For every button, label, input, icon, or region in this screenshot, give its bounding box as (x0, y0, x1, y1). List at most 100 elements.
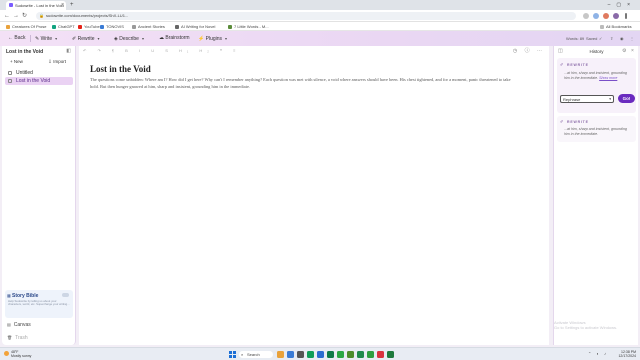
card-type-label: REWRITE (567, 63, 589, 67)
document-title[interactable]: Lost in the Void (90, 64, 151, 74)
watermark-subtitle: Go to Settings to activate Windows. (554, 325, 618, 330)
collapse-sidebar-icon[interactable]: ◧ (66, 48, 71, 54)
system-tray-icons[interactable]: ⌃ ◐ ♪ (588, 351, 608, 356)
taskbar-app-icon[interactable] (367, 351, 374, 358)
rewrite-button[interactable]: ✐ Rewrite ▾ (72, 34, 100, 43)
taskbar-app-icon[interactable] (287, 351, 294, 358)
document-icon (8, 71, 12, 75)
taskbar-app-icon[interactable] (307, 351, 314, 358)
taskbar-app-icon[interactable] (387, 351, 394, 358)
taskbar-app-icon[interactable] (377, 351, 384, 358)
history-panel: ◫ History ⚙ × ✐ REWRITE ...at him, sharp… (553, 46, 638, 345)
editor-options-icons[interactable]: ◷ ⓘ ⋯ (513, 47, 545, 54)
browser-tab[interactable]: Sudowrite - Lost in the Void × (6, 1, 66, 10)
document-label: Lost in the Void (16, 78, 51, 84)
taskbar-app-icon[interactable] (277, 351, 284, 358)
rewrite-icon: ✐ (560, 62, 564, 67)
lock-icon: 🔒 (39, 13, 44, 18)
taskbar-clock[interactable]: 12:38 PM 12/17/2024 (618, 350, 636, 359)
story-bible-card[interactable]: ▦ Story Bible Help Sudowrite by telling … (5, 290, 73, 318)
taskbar-app-icon[interactable] (337, 351, 344, 358)
taskbar-search[interactable]: ⌕ Search (239, 351, 273, 358)
weather-widget[interactable]: 48°F Mostly sunny (4, 350, 31, 358)
share-icon[interactable]: ⇪ (610, 35, 613, 42)
new-document-button[interactable]: + New (10, 59, 35, 64)
taskbar-app-icon[interactable] (327, 351, 334, 358)
taskbar-app-icon[interactable] (297, 351, 304, 358)
bookmark-item[interactable]: YouTube (78, 23, 100, 30)
story-bible-toggle[interactable] (62, 293, 69, 297)
import-button[interactable]: ⇩ Import (48, 59, 78, 64)
history-card[interactable]: ✐ REWRITE ...at him, sharp and insistent… (557, 116, 636, 142)
trash-icon: 🗑 (7, 335, 13, 340)
bookmark-item[interactable]: TONOVIS (100, 23, 124, 30)
document-item-lost-in-the-void[interactable]: Lost in the Void (5, 77, 73, 85)
trash-link[interactable]: 🗑 Trash (7, 335, 28, 341)
window-controls[interactable]: –▢× (608, 1, 636, 9)
back-arrow-icon[interactable]: ← (4, 12, 10, 20)
chevron-down-icon[interactable]: ▾ (98, 36, 100, 41)
user-avatar-icon[interactable]: ◉ (620, 35, 624, 42)
project-sidebar: Lost in the Void ◧ + New ⇩ Import Untitl… (2, 46, 76, 345)
show-more-link[interactable]: Show more (599, 76, 617, 80)
card-type-label: REWRITE (567, 120, 589, 124)
trash-label: Trash (15, 335, 28, 341)
bookmark-item[interactable]: AI Writing for Novel (175, 23, 215, 30)
address-bar-row: ← → ↻ 🔒 sudowrite.com/documents/projects… (0, 10, 640, 22)
book-icon: ▦ (7, 293, 11, 298)
brainstorm-button[interactable]: ☁ Brainstorm (159, 34, 190, 43)
brainstorm-label: Brainstorm (165, 35, 190, 41)
describe-button[interactable]: ◈ Describe ▾ (114, 34, 144, 43)
document-item-untitled[interactable]: Untitled (5, 69, 73, 77)
windows-start-icon[interactable] (229, 351, 236, 358)
windows-taskbar: 48°F Mostly sunny ⌕ Search ⌃ ◐ ♪ 12:38 PM… (0, 347, 640, 360)
browser-tab-strip: Sudowrite - Lost in the Void × + –▢× (0, 0, 640, 10)
taskbar-app-icon[interactable] (317, 351, 324, 358)
canvas-link[interactable]: ▤ Canvas (7, 322, 31, 328)
canvas-icon: ▤ (7, 322, 11, 327)
plugins-button[interactable]: ⚡ Plugins ▾ (198, 34, 227, 43)
taskbar-app-icon[interactable] (347, 351, 354, 358)
bookmark-item[interactable]: ChatGPT (52, 23, 75, 30)
menu-icon[interactable] (625, 13, 627, 19)
app-toolbar: ← Back ✎ Write ▾ ✐ Rewrite ▾ ◈ Describe ▾ ☁… (0, 31, 640, 46)
card-text: ...at him, sharp and insistent, groundin… (564, 127, 627, 136)
chevron-down-icon[interactable]: ▾ (225, 36, 227, 41)
clock-date: 12/17/2024 (618, 354, 636, 359)
canvas-label: Canvas (13, 322, 31, 328)
chevron-down-icon[interactable]: ▾ (142, 36, 144, 41)
forward-arrow-icon[interactable]: → (13, 12, 19, 20)
profile-avatar-icon[interactable] (613, 13, 619, 19)
close-icon[interactable]: × (631, 48, 634, 54)
write-button[interactable]: ✎ Write ▾ (35, 34, 57, 43)
browser-tab-title: Sudowrite - Lost in the Void (15, 3, 64, 8)
reload-icon[interactable]: ↻ (22, 12, 27, 20)
bookmark-item[interactable]: 7 Little Words - M... (228, 23, 269, 30)
back-button[interactable]: ← Back (8, 34, 26, 43)
sudowrite-favicon-icon (9, 3, 13, 7)
all-bookmarks[interactable]: All Bookmarks (600, 23, 632, 30)
new-tab-icon[interactable]: + (70, 1, 74, 9)
more-icon[interactable]: ⋮ (630, 35, 634, 42)
bookmark-item[interactable]: Creatures Of Prose (6, 23, 46, 30)
rewrite-mode-select[interactable]: Rephrase ▾ (560, 95, 614, 103)
bookmark-item[interactable]: Ancient Stories (132, 23, 165, 30)
url-field[interactable]: 🔒 sudowrite.com/documents/projects/ShX-L… (36, 12, 576, 20)
extension-icon[interactable] (603, 13, 609, 19)
project-title: Lost in the Void (6, 49, 44, 55)
formatting-toolbar[interactable]: ↶ ↷ ¶ B I U S H₁ H₂ ❝ ≡ (83, 48, 240, 53)
word-count: Words: 89 (566, 36, 585, 41)
close-tab-icon[interactable]: × (61, 1, 64, 10)
story-bible-description: Help Sudowrite by telling us about your … (8, 299, 70, 307)
extension-icon[interactable] (583, 13, 589, 19)
write-label: Write (40, 36, 53, 42)
chevron-down-icon[interactable]: ▾ (55, 36, 57, 41)
document-body[interactable]: The questions come unbidden: Where am I?… (90, 77, 520, 91)
bookmarks-bar: Creatures Of Prose ChatGPT YouTube TONOV… (0, 22, 640, 31)
go-button[interactable]: Go! (618, 94, 635, 103)
extension-icon[interactable] (593, 13, 599, 19)
back-label: Back (14, 35, 26, 41)
settings-icon[interactable]: ⚙ (622, 48, 626, 54)
taskbar-app-icon[interactable] (357, 351, 364, 358)
editor-pane: ↶ ↷ ¶ B I U S H₁ H₂ ❝ ≡ ◷ ⓘ ⋯ Lost in th… (79, 46, 549, 345)
